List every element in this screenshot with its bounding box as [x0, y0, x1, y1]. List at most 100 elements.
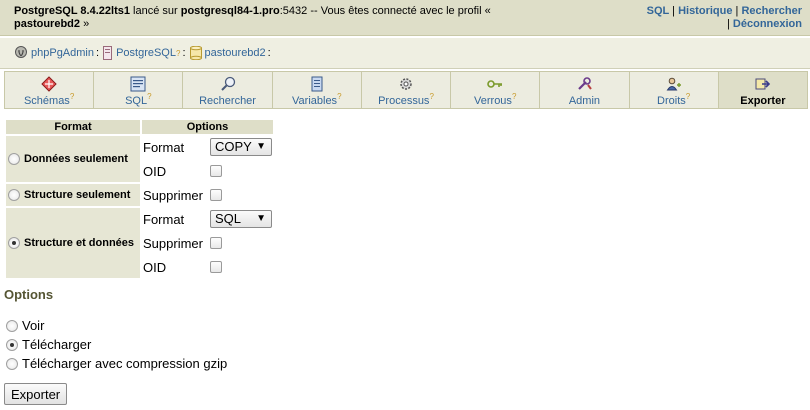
- structure-and-data-drop-checkbox[interactable]: [210, 237, 222, 249]
- options-column-header: Options: [142, 120, 273, 134]
- server-product: PostgreSQL 8.4.22lts1: [14, 5, 130, 17]
- structure-only-radio[interactable]: [8, 189, 20, 202]
- logout-link[interactable]: Déconnexion: [733, 18, 802, 30]
- structure-and-data-format-select[interactable]: SQL ▼: [210, 210, 272, 228]
- tab-label: Verrous: [474, 94, 512, 107]
- breadcrumb-bar: phpPgAdmin : PostgreSQL? : pastourebd2 :: [0, 37, 810, 69]
- structure-and-data-label: Structure et données: [24, 236, 135, 249]
- help-mark: ?: [511, 92, 517, 101]
- structure-and-data-oid-checkbox[interactable]: [210, 261, 222, 273]
- tab-label: Variables: [292, 94, 338, 107]
- tab-label: Droits: [657, 94, 686, 107]
- output-download-gzip-radio[interactable]: [6, 357, 18, 370]
- export-button[interactable]: Exporter: [4, 383, 68, 405]
- tab-label: Admin: [568, 94, 601, 107]
- breadcrumb-app-link[interactable]: phpPgAdmin: [31, 47, 94, 59]
- dropdown-arrow-icon: ▼: [256, 141, 266, 152]
- output-view-radio[interactable]: [6, 319, 18, 332]
- export-icon: [755, 78, 770, 90]
- drop-label: Supprimer: [143, 187, 203, 203]
- top-links: SQL | Historique | Rechercher | Déconnex…: [647, 5, 802, 31]
- privileges-icon: [666, 77, 681, 91]
- drop-label: Supprimer: [143, 235, 203, 251]
- data-only-label: Données seulement: [24, 152, 128, 165]
- link-separator: |: [672, 5, 675, 17]
- select-value: COPY: [215, 139, 252, 154]
- search-link[interactable]: Rechercher: [741, 5, 802, 17]
- tab-schemas[interactable]: Schémas?: [4, 71, 94, 109]
- output-option-label: Voir: [22, 318, 45, 333]
- help-mark: ?: [147, 92, 152, 101]
- breadcrumb-colon: :: [267, 47, 271, 59]
- oid-label: OID: [143, 163, 167, 179]
- structure-only-drop-cell: Supprimer: [142, 184, 273, 206]
- tab-sql[interactable]: SQL?: [93, 71, 183, 109]
- breadcrumb-database-link[interactable]: pastourebd2: [205, 47, 266, 59]
- connected-text: -- Vous êtes connecté avec le profil «: [307, 5, 491, 17]
- output-option-view[interactable]: Voir: [6, 316, 227, 335]
- processes-icon: [400, 78, 412, 90]
- data-only-oid-checkbox[interactable]: [210, 165, 222, 177]
- export-options-table: Format Options Données seulement Format …: [4, 118, 275, 280]
- data-only-format-cell: Format COPY ▼: [142, 136, 273, 158]
- breadcrumb-colon: :: [182, 47, 186, 59]
- data-only-radio[interactable]: [8, 153, 20, 166]
- history-link[interactable]: Historique: [678, 5, 732, 17]
- top-bar: PostgreSQL 8.4.22lts1 lancé sur postgres…: [0, 0, 810, 36]
- link-separator: |: [735, 5, 739, 17]
- output-option-download[interactable]: Télécharger: [6, 335, 227, 354]
- structure-only-cell: Structure seulement: [6, 184, 140, 206]
- elephant-icon: [15, 46, 27, 58]
- tab-variables[interactable]: Variables?: [271, 71, 361, 109]
- schemas-icon: [41, 76, 57, 92]
- format-label: Format: [143, 139, 185, 155]
- oid-label: OID: [143, 259, 167, 275]
- sql-icon: [130, 76, 146, 92]
- search-icon: [220, 76, 235, 91]
- breadcrumb-server-link[interactable]: PostgreSQL: [116, 47, 176, 59]
- tab-search[interactable]: Rechercher: [182, 71, 272, 109]
- tab-privileges[interactable]: Droits?: [628, 71, 718, 109]
- help-mark: ?: [337, 92, 342, 101]
- tab-locks[interactable]: Verrous?: [450, 71, 540, 109]
- database-icon: [189, 46, 202, 60]
- data-only-format-select[interactable]: COPY ▼: [210, 138, 272, 156]
- tab-label: SQL: [125, 94, 148, 107]
- output-option-label: Télécharger avec compression gzip: [22, 356, 228, 371]
- tab-label: Schémas: [23, 94, 70, 107]
- output-option-label: Télécharger: [22, 337, 92, 352]
- structure-and-data-cell: Structure et données: [6, 208, 140, 278]
- dropdown-arrow-icon: ▼: [256, 213, 266, 224]
- format-label: Format: [143, 211, 185, 227]
- port-text: :5432: [279, 5, 308, 17]
- close-quote: »: [80, 18, 90, 30]
- structure-and-data-drop-cell: Supprimer: [142, 232, 273, 254]
- admin-icon: [578, 77, 593, 90]
- output-options-list: Voir Télécharger Télécharger avec compre…: [6, 316, 227, 373]
- help-mark: ?: [429, 92, 434, 101]
- server-help-mark[interactable]: ?: [176, 49, 180, 58]
- structure-only-drop-checkbox[interactable]: [210, 189, 222, 201]
- connection-info: PostgreSQL 8.4.22lts1 lancé sur postgres…: [14, 5, 504, 31]
- tab-label: Rechercher: [199, 94, 256, 107]
- options-section-title: Options: [4, 287, 54, 302]
- server-icon: [103, 46, 113, 60]
- tab-bar: Schémas? SQL? Rechercher Variables? Proc…: [4, 71, 808, 109]
- structure-only-label: Structure seulement: [24, 188, 131, 201]
- tab-label: Processus: [378, 94, 430, 107]
- structure-and-data-oid-cell: OID: [142, 256, 273, 278]
- locks-icon: [487, 80, 503, 88]
- data-only-cell: Données seulement: [6, 136, 140, 182]
- output-download-radio[interactable]: [6, 338, 18, 351]
- output-option-download-gzip[interactable]: Télécharger avec compression gzip: [6, 354, 227, 373]
- format-column-header: Format: [6, 120, 140, 134]
- tab-admin[interactable]: Admin: [539, 71, 629, 109]
- sql-link[interactable]: SQL: [647, 5, 669, 17]
- structure-and-data-format-cell: Format SQL ▼: [142, 208, 273, 230]
- structure-and-data-radio[interactable]: [8, 237, 20, 250]
- link-separator: |: [727, 18, 730, 30]
- launched-on-text: lancé sur: [129, 5, 181, 17]
- select-value: SQL: [215, 211, 242, 226]
- tab-processes[interactable]: Processus?: [360, 71, 451, 109]
- tab-export[interactable]: Exporter: [717, 71, 808, 109]
